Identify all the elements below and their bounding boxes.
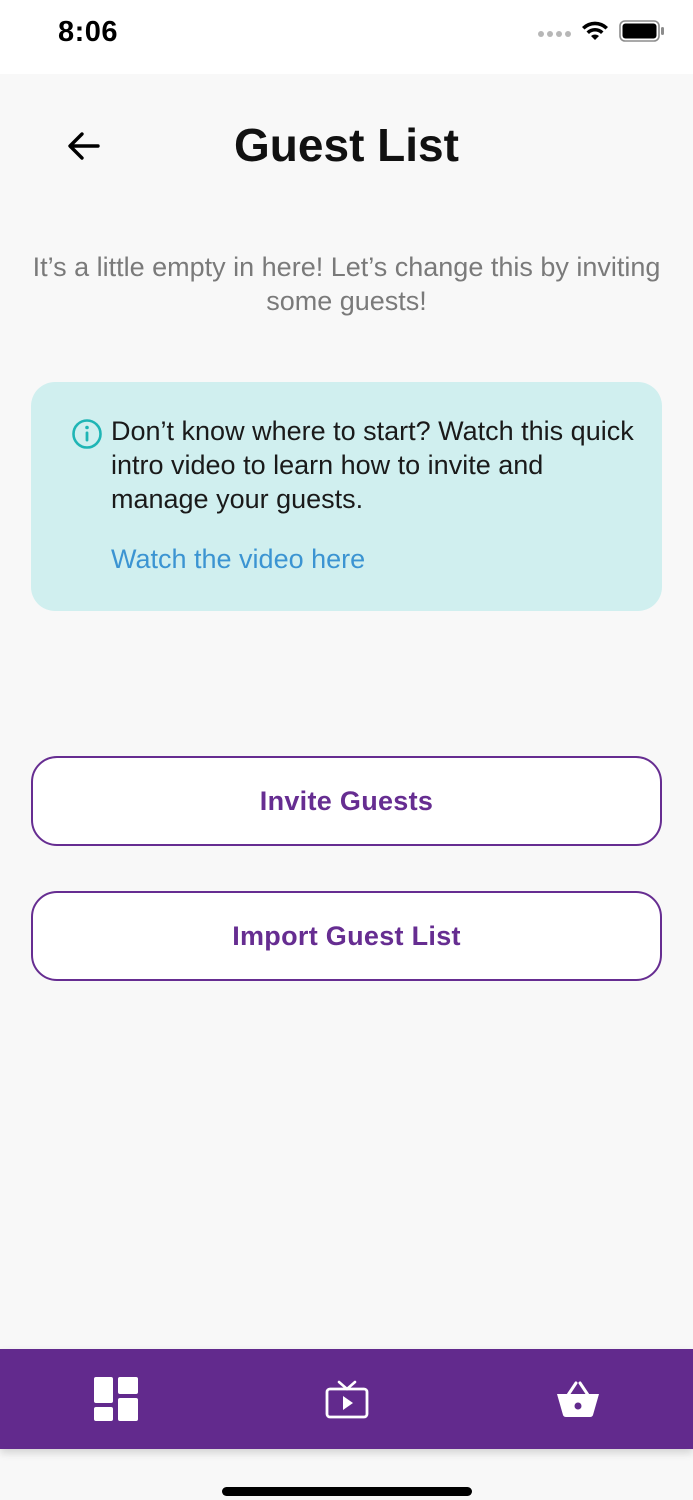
status-icons (538, 20, 665, 42)
tv-play-icon (325, 1380, 368, 1419)
nav-item-basket[interactable] (523, 1349, 633, 1449)
wifi-icon (582, 21, 608, 40)
status-time: 8:06 (58, 16, 119, 48)
home-indicator (222, 1487, 472, 1496)
empty-state-message: It’s a little empty in here! Let’s chang… (32, 252, 661, 316)
dashboard-icon (93, 1377, 138, 1421)
header: Guest List (0, 74, 693, 214)
info-circle-icon (72, 419, 102, 449)
bottom-nav (0, 1349, 693, 1449)
nav-item-dashboard[interactable] (61, 1349, 171, 1449)
watch-video-link[interactable]: Watch the video here (111, 544, 365, 575)
basket-icon (556, 1381, 599, 1417)
invite-guests-button[interactable]: Invite Guests (31, 756, 662, 846)
guest-list-screen: 8:06 Guest List It’s a little empty in h… (0, 0, 693, 1500)
info-card: Don’t know where to start? Watch this qu… (31, 382, 662, 611)
battery-icon (619, 20, 664, 42)
nav-item-videos[interactable] (292, 1349, 402, 1449)
status-bar: 8:06 (0, 0, 693, 74)
import-guest-list-button[interactable]: Import Guest List (31, 891, 662, 981)
page-title: Guest List (234, 119, 459, 171)
info-card-text: Don’t know where to start? Watch this qu… (111, 416, 634, 514)
cellular-signal-icon (538, 31, 571, 37)
